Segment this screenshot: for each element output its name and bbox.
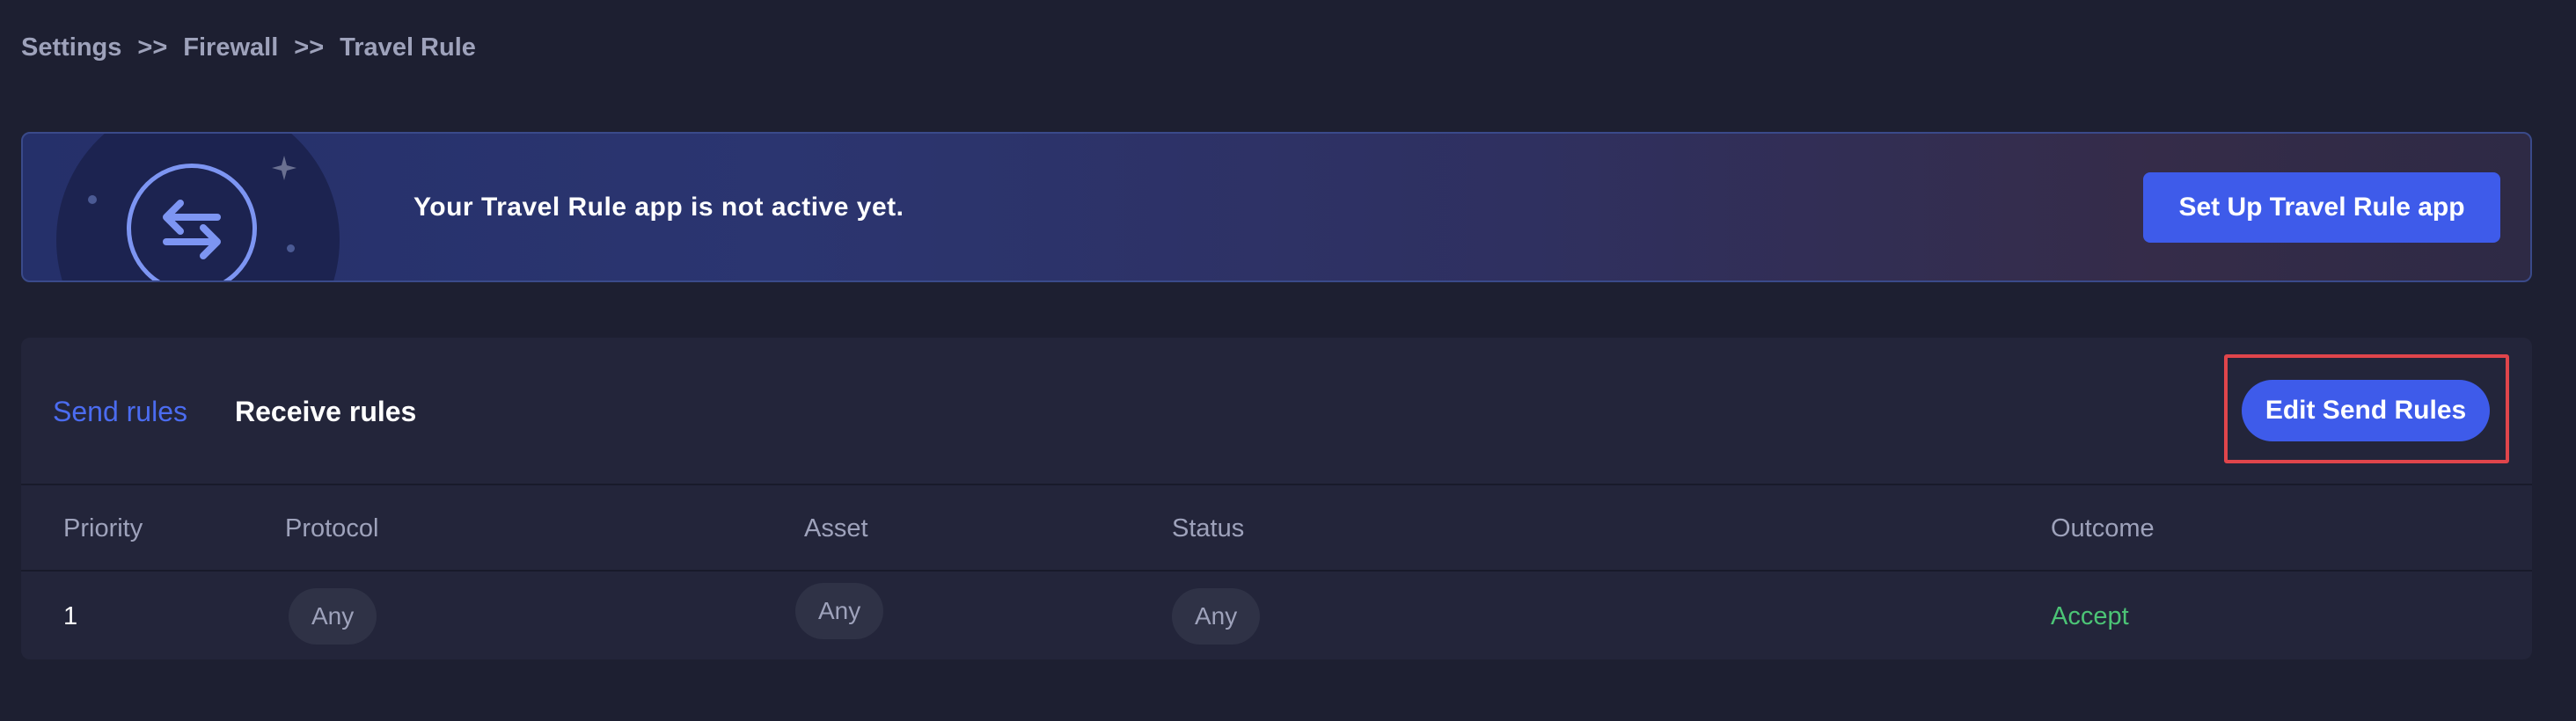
breadcrumb-settings[interactable]: Settings — [21, 33, 121, 62]
decorative-dot — [88, 195, 97, 204]
tab-send-rules[interactable]: Send rules — [53, 396, 187, 428]
banner-message: Your Travel Rule app is not active yet. — [413, 192, 904, 222]
rules-panel: Send rules Receive rules Edit Send Rules… — [21, 338, 2532, 659]
breadcrumb-separator: >> — [137, 33, 168, 62]
travel-rule-banner: Your Travel Rule app is not active yet. … — [21, 132, 2532, 282]
decorative-dot — [287, 244, 295, 252]
cell-outcome: Accept — [2051, 573, 2129, 659]
protocol-pill: Any — [289, 588, 377, 645]
status-pill: Any — [1172, 588, 1261, 645]
sparkle-icon — [272, 156, 296, 180]
asset-pill: Any — [795, 583, 884, 639]
cell-priority: 1 — [63, 601, 78, 630]
cell-protocol: Any — [289, 573, 377, 659]
divider — [21, 570, 2532, 572]
breadcrumb: Settings >> Firewall >> Travel Rule — [21, 30, 476, 65]
rules-tabs: Send rules Receive rules — [53, 338, 416, 485]
outcome-accept-label: Accept — [2051, 601, 2129, 630]
column-header-outcome: Outcome — [2051, 513, 2155, 543]
swap-arrows-icon — [127, 164, 257, 280]
column-header-asset: Asset — [804, 513, 868, 543]
cell-asset: Any — [795, 568, 884, 654]
breadcrumb-travel-rule: Travel Rule — [340, 33, 476, 62]
column-header-protocol: Protocol — [285, 513, 379, 543]
cell-status: Any — [1172, 573, 1261, 659]
edit-send-rules-button[interactable]: Edit Send Rules — [2242, 380, 2490, 441]
column-header-priority: Priority — [63, 513, 143, 543]
breadcrumb-separator: >> — [294, 33, 325, 62]
divider — [21, 484, 2532, 485]
column-header-status: Status — [1172, 513, 1245, 543]
tab-receive-rules[interactable]: Receive rules — [235, 396, 416, 428]
set-up-travel-rule-button[interactable]: Set Up Travel Rule app — [2143, 172, 2500, 243]
breadcrumb-firewall[interactable]: Firewall — [183, 33, 278, 62]
